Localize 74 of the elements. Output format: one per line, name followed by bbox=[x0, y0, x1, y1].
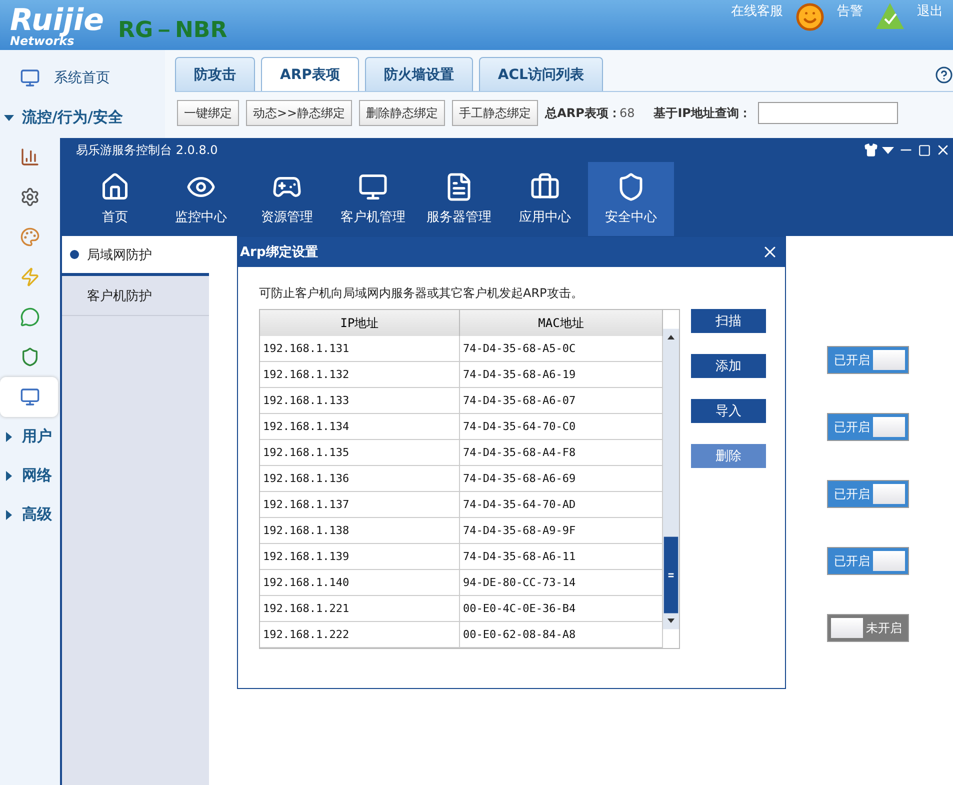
product-name: RG－NBR bbox=[118, 17, 228, 45]
table-cell: 192.168.1.139 bbox=[260, 544, 460, 569]
palette-icon bbox=[20, 227, 40, 247]
toggle-switch[interactable]: 已开启 bbox=[827, 413, 909, 441]
table-cell: 192.168.1.134 bbox=[260, 414, 460, 439]
shirt-icon[interactable] bbox=[864, 143, 878, 157]
side-panel-item[interactable]: 客户机防护 bbox=[62, 276, 209, 316]
toolbar-button[interactable]: 一键绑定 bbox=[177, 100, 239, 126]
table-cell: 192.168.1.136 bbox=[260, 466, 460, 491]
monitor-icon bbox=[358, 172, 388, 202]
table-cell: 192.168.1.137 bbox=[260, 492, 460, 517]
nav-item[interactable]: 服务器管理 bbox=[416, 162, 502, 236]
maximize-icon[interactable] bbox=[918, 144, 931, 156]
nav-item[interactable]: 首页 bbox=[72, 162, 158, 236]
table-cell: 192.168.1.138 bbox=[260, 518, 460, 543]
toggle-switch[interactable]: 未开启 bbox=[827, 614, 909, 642]
expand-arrow-icon bbox=[6, 432, 12, 442]
toolbar-button[interactable]: 手工静态绑定 bbox=[452, 100, 538, 126]
toolbar-button[interactable]: 动态>>静态绑定 bbox=[246, 100, 352, 126]
expand-arrow-icon bbox=[4, 114, 14, 120]
toggle-switch[interactable]: 已开启 bbox=[827, 346, 909, 374]
total-label: 总ARP表项： bbox=[545, 104, 620, 122]
logo-text: Ruijie bbox=[10, 2, 104, 38]
sidebar-section[interactable]: 用户 bbox=[0, 417, 56, 456]
sidebar-section[interactable]: 网络 bbox=[0, 456, 56, 495]
lightning-icon bbox=[20, 267, 40, 287]
dialog-button[interactable]: 扫描 bbox=[691, 309, 766, 333]
window-title: 易乐游服务控制台 2.0.8.0 bbox=[76, 142, 218, 158]
nav-item[interactable]: 资源管理 bbox=[244, 162, 330, 236]
table-cell: 192.168.1.133 bbox=[260, 388, 460, 413]
smiley-icon bbox=[795, 2, 825, 32]
tab[interactable]: 防攻击 bbox=[175, 57, 255, 91]
description-text: 可防止客户机向局域网内服务器或其它客户机发起ARP攻击。 bbox=[258, 285, 584, 302]
table-cell: 192.168.1.132 bbox=[260, 362, 460, 387]
query-label: 基于IP地址查询： bbox=[654, 104, 751, 122]
column-header[interactable]: IP地址 bbox=[260, 310, 460, 336]
chat-icon bbox=[20, 307, 40, 327]
side-panel-item[interactable]: 局域网防护 bbox=[62, 236, 209, 276]
tab[interactable]: ARP表项 bbox=[261, 57, 359, 91]
nav-item[interactable]: 监控中心 bbox=[158, 162, 244, 236]
caret-icon[interactable] bbox=[882, 146, 894, 154]
monitor-icon bbox=[20, 387, 40, 407]
nav-item[interactable]: 安全中心 bbox=[588, 162, 674, 236]
dialog-button[interactable]: 添加 bbox=[691, 354, 766, 378]
table-cell: 192.168.1.222 bbox=[260, 622, 460, 647]
nav-item[interactable]: 应用中心 bbox=[502, 162, 588, 236]
table-cell: 192.168.1.131 bbox=[260, 336, 460, 361]
table-cell: 192.168.1.135 bbox=[260, 440, 460, 465]
sidebar-section[interactable]: 高级 bbox=[0, 495, 56, 534]
column-header[interactable]: MAC地址 bbox=[460, 310, 663, 336]
gear-icon bbox=[20, 187, 40, 207]
toggle-switch[interactable]: 已开启 bbox=[827, 547, 909, 575]
home-icon bbox=[100, 172, 130, 202]
nav-item[interactable]: 客户机管理 bbox=[330, 162, 416, 236]
shield-icon bbox=[20, 347, 40, 367]
help-icon[interactable] bbox=[935, 66, 953, 84]
warning-triangle-icon bbox=[875, 2, 905, 30]
expand-arrow-icon bbox=[6, 510, 12, 520]
monitor-icon bbox=[20, 68, 40, 88]
table-cell: 192.168.1.221 bbox=[260, 596, 460, 621]
total-count: 68 bbox=[619, 106, 635, 120]
dialog-title: Arp绑定设置 bbox=[240, 244, 318, 261]
sidebar-section[interactable]: 流控/行为/安全 bbox=[0, 98, 127, 137]
tab[interactable]: 防火墙设置 bbox=[364, 57, 473, 91]
chart-icon bbox=[20, 147, 40, 167]
dialog-button[interactable]: 导入 bbox=[691, 399, 766, 423]
sidebar-item[interactable] bbox=[0, 377, 58, 417]
expand-arrow-icon bbox=[6, 470, 12, 480]
sidebar-item[interactable]: 系统首页 bbox=[0, 58, 120, 98]
tab[interactable]: ACL访问列表 bbox=[478, 57, 603, 91]
toggle-switch[interactable]: 已开启 bbox=[827, 480, 909, 508]
toolbar-button[interactable]: 删除静态绑定 bbox=[359, 100, 446, 126]
table-cell: 192.168.1.140 bbox=[260, 570, 460, 595]
ip-query-field[interactable] bbox=[758, 102, 898, 124]
